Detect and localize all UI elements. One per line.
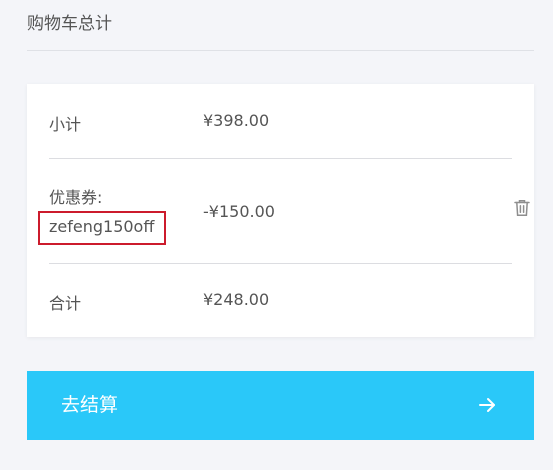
cart-totals-title: 购物车总计 bbox=[27, 10, 534, 51]
total-row: 合计 ¥248.00 bbox=[49, 263, 512, 337]
checkout-label: 去结算 bbox=[61, 394, 119, 416]
coupon-label: 优惠券: bbox=[49, 188, 103, 207]
cart-totals-card: 小计 ¥398.00 优惠券: -¥150.00 zefeng150off 合计… bbox=[27, 84, 534, 337]
subtotal-row: 小计 ¥398.00 bbox=[49, 84, 512, 159]
trash-icon[interactable] bbox=[512, 198, 532, 218]
coupon-code: zefeng150off bbox=[38, 211, 166, 245]
total-label: 合计 bbox=[49, 294, 82, 313]
checkout-button[interactable]: 去结算 bbox=[27, 371, 534, 440]
subtotal-label: 小计 bbox=[49, 115, 82, 134]
coupon-value: -¥150.00 bbox=[203, 202, 275, 221]
subtotal-value: ¥398.00 bbox=[203, 111, 270, 130]
total-value: ¥248.00 bbox=[203, 290, 270, 309]
arrow-right-icon bbox=[479, 398, 495, 412]
